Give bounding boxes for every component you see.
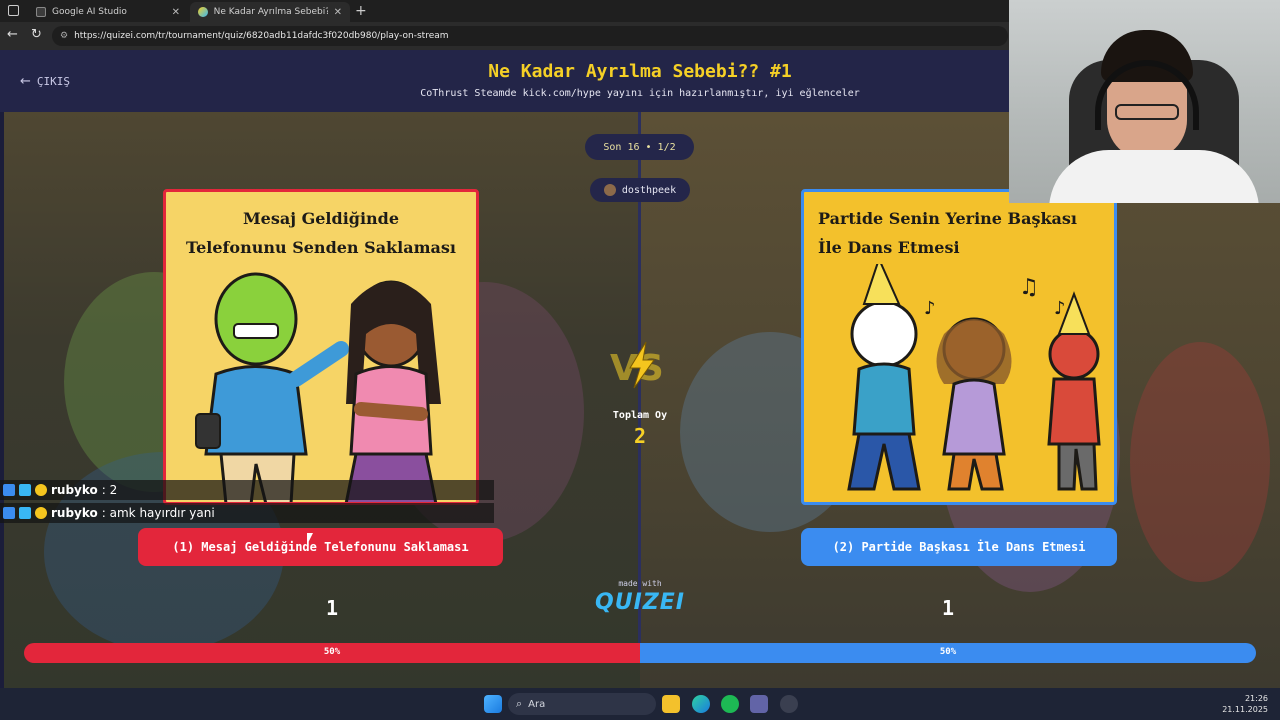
close-tab-icon[interactable]: ✕ bbox=[334, 7, 342, 18]
clock-time: 21:26 bbox=[1244, 694, 1268, 703]
moderator-badge-icon bbox=[19, 484, 31, 496]
left-card-title: Mesaj Geldiğinde Telefonunu Senden Sakla… bbox=[166, 204, 476, 262]
vote-right-button[interactable]: (2) Partide Başkası İle Dans Etmesi bbox=[801, 528, 1117, 566]
edge-browser-icon[interactable] bbox=[692, 695, 710, 713]
tab-google-ai-studio[interactable]: Google AI Studio ✕ bbox=[28, 2, 188, 22]
tab-label: Google AI Studio bbox=[52, 7, 127, 17]
windows-start-icon[interactable] bbox=[484, 695, 502, 713]
total-votes-value: 2 bbox=[633, 424, 647, 448]
back-arrow-icon[interactable]: ← bbox=[7, 27, 18, 42]
vote-left-label: (1) Mesaj Geldiğinde Telefonunu Saklamas… bbox=[172, 540, 469, 554]
new-tab-icon[interactable]: + bbox=[355, 3, 367, 19]
chat-username: rubyko bbox=[51, 483, 98, 497]
round-badge: Son 16 • 1/2 bbox=[585, 134, 694, 160]
url-text: https://quizei.com/tr/tournament/quiz/68… bbox=[74, 31, 449, 41]
avatar bbox=[603, 184, 616, 196]
left-card-illustration bbox=[195, 272, 441, 502]
left-option-card[interactable]: Mesaj Geldiğinde Telefonunu Senden Sakla… bbox=[163, 189, 479, 505]
right-card-illustration: ♫ ♪ ♪ bbox=[847, 264, 1101, 491]
file-explorer-icon[interactable] bbox=[662, 695, 680, 713]
taskbar-search-input[interactable]: ⌕ Ara bbox=[508, 693, 656, 715]
right-card-title-line1: Partide Senin Yerine Başkası bbox=[818, 209, 1077, 228]
site-info-icon[interactable]: ⚙ bbox=[60, 31, 68, 41]
total-votes-label: Toplam Oy bbox=[612, 410, 668, 421]
vote-right-label: (2) Partide Başkası İle Dans Etmesi bbox=[832, 540, 1086, 554]
chat-message: rubyko : 2 bbox=[0, 480, 494, 500]
reload-icon[interactable]: ↻ bbox=[31, 27, 42, 42]
versus-icon: VS bbox=[610, 341, 664, 389]
svg-text:♪: ♪ bbox=[1054, 298, 1066, 319]
glasses bbox=[1115, 104, 1179, 120]
coin-badge-icon bbox=[35, 484, 47, 496]
vote-left-button[interactable]: (1) Mesaj Geldiğinde Telefonunu Saklamas… bbox=[138, 528, 503, 566]
svg-text:♪: ♪ bbox=[924, 298, 936, 319]
url-field[interactable]: ⚙ https://quizei.com/tr/tournament/quiz/… bbox=[52, 26, 1008, 46]
ai-studio-icon bbox=[36, 7, 46, 17]
right-vote-count: 1 bbox=[941, 596, 955, 620]
taskbar: ⌕ Ara 21:26 21.11.2025 bbox=[0, 688, 1280, 720]
webcam-overlay bbox=[1009, 0, 1280, 203]
left-card-title-line2: Telefonunu Senden Saklaması bbox=[186, 238, 456, 257]
tab-label: Ne Kadar Ayrılma Sebebi?? #1 - Tur... bbox=[213, 7, 328, 17]
tab-quizei[interactable]: Ne Kadar Ayrılma Sebebi?? #1 - Tur... ✕ bbox=[190, 2, 350, 22]
right-card-title: Partide Senin Yerine Başkası İle Dans Et… bbox=[804, 204, 1114, 262]
made-with-label: made with bbox=[618, 579, 662, 588]
chat-username: rubyko bbox=[51, 506, 98, 520]
right-card-title-line2: İle Dans Etmesi bbox=[818, 238, 960, 257]
svg-text:♫: ♫ bbox=[1019, 275, 1039, 300]
streamer-name: dosthpeek bbox=[621, 184, 677, 196]
window-menu-icon[interactable] bbox=[8, 5, 19, 16]
chat-text: : 2 bbox=[101, 483, 118, 497]
system-clock[interactable]: 21:26 21.11.2025 bbox=[1222, 693, 1268, 715]
left-vote-count: 1 bbox=[325, 596, 339, 620]
streamer-badge: dosthpeek bbox=[590, 178, 690, 202]
spotify-icon[interactable] bbox=[721, 695, 739, 713]
quizei-favicon-icon bbox=[198, 7, 208, 17]
chat-text: : amk hayırdır yani bbox=[101, 506, 215, 520]
teams-icon[interactable] bbox=[750, 695, 768, 713]
platform-badge-icon bbox=[3, 484, 15, 496]
clock-date: 21.11.2025 bbox=[1222, 705, 1268, 714]
right-option-card[interactable]: Partide Senin Yerine Başkası İle Dans Et… bbox=[801, 189, 1117, 505]
moderator-badge-icon bbox=[19, 507, 31, 519]
quizei-logo[interactable]: QUIZEI bbox=[590, 590, 690, 615]
round-label: Son 16 • 1/2 bbox=[603, 141, 676, 153]
search-icon: ⌕ bbox=[516, 697, 523, 710]
left-percent-label: 50% bbox=[323, 647, 341, 657]
right-percent-label: 50% bbox=[939, 647, 957, 657]
coin-badge-icon bbox=[35, 507, 47, 519]
left-card-title-line1: Mesaj Geldiğinde bbox=[242, 209, 400, 228]
mouse-cursor-icon bbox=[307, 533, 313, 545]
settings-icon[interactable] bbox=[780, 695, 798, 713]
platform-badge-icon bbox=[3, 507, 15, 519]
streamer-shirt bbox=[1049, 150, 1259, 203]
search-placeholder: Ara bbox=[528, 698, 546, 710]
chat-message: rubyko : amk hayırdır yani bbox=[0, 503, 494, 523]
vote-progress-bar: 50% 50% bbox=[24, 643, 1256, 663]
close-tab-icon[interactable]: ✕ bbox=[172, 7, 180, 18]
